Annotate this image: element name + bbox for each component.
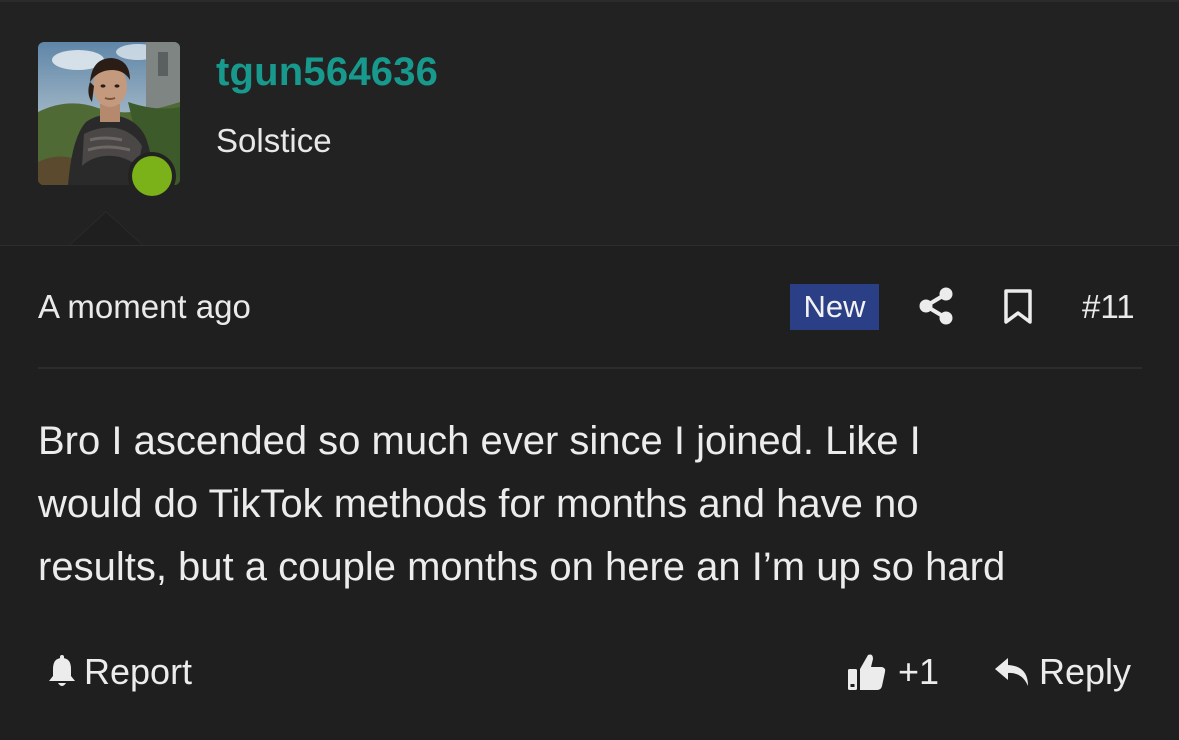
like-count: +1 — [898, 651, 940, 692]
post-body-line: Bro I ascended so much ever since I join… — [38, 419, 921, 463]
username-link[interactable]: tgun564636 — [216, 50, 438, 95]
post-number-link[interactable]: #11 — [1082, 288, 1135, 326]
post-body: Bro I ascended so much ever since I join… — [38, 410, 1148, 599]
bookmark-icon[interactable] — [1003, 289, 1033, 330]
post-timestamp[interactable]: A moment ago — [38, 288, 251, 326]
thumbs-up-icon — [848, 654, 886, 690]
post-user-header: tgun564636 Solstice — [0, 2, 1179, 246]
report-button[interactable]: Report — [46, 650, 192, 694]
user-title: Solstice — [216, 122, 332, 159]
reply-label: Reply — [1039, 651, 1132, 692]
reply-arrow-icon — [995, 658, 1028, 686]
share-icon[interactable] — [918, 287, 954, 330]
report-label: Report — [84, 651, 193, 692]
new-badge: New — [790, 284, 879, 330]
bell-icon — [49, 655, 75, 686]
post-body-line: would do TikTok methods for months and h… — [38, 482, 919, 526]
post-body-line: results, but a couple months on here an … — [38, 545, 1006, 589]
like-button[interactable]: +1 — [846, 650, 939, 694]
meta-divider — [38, 367, 1142, 369]
header-pointer — [70, 212, 142, 245]
online-status-indicator — [128, 152, 176, 200]
reply-button[interactable]: Reply — [993, 650, 1131, 694]
